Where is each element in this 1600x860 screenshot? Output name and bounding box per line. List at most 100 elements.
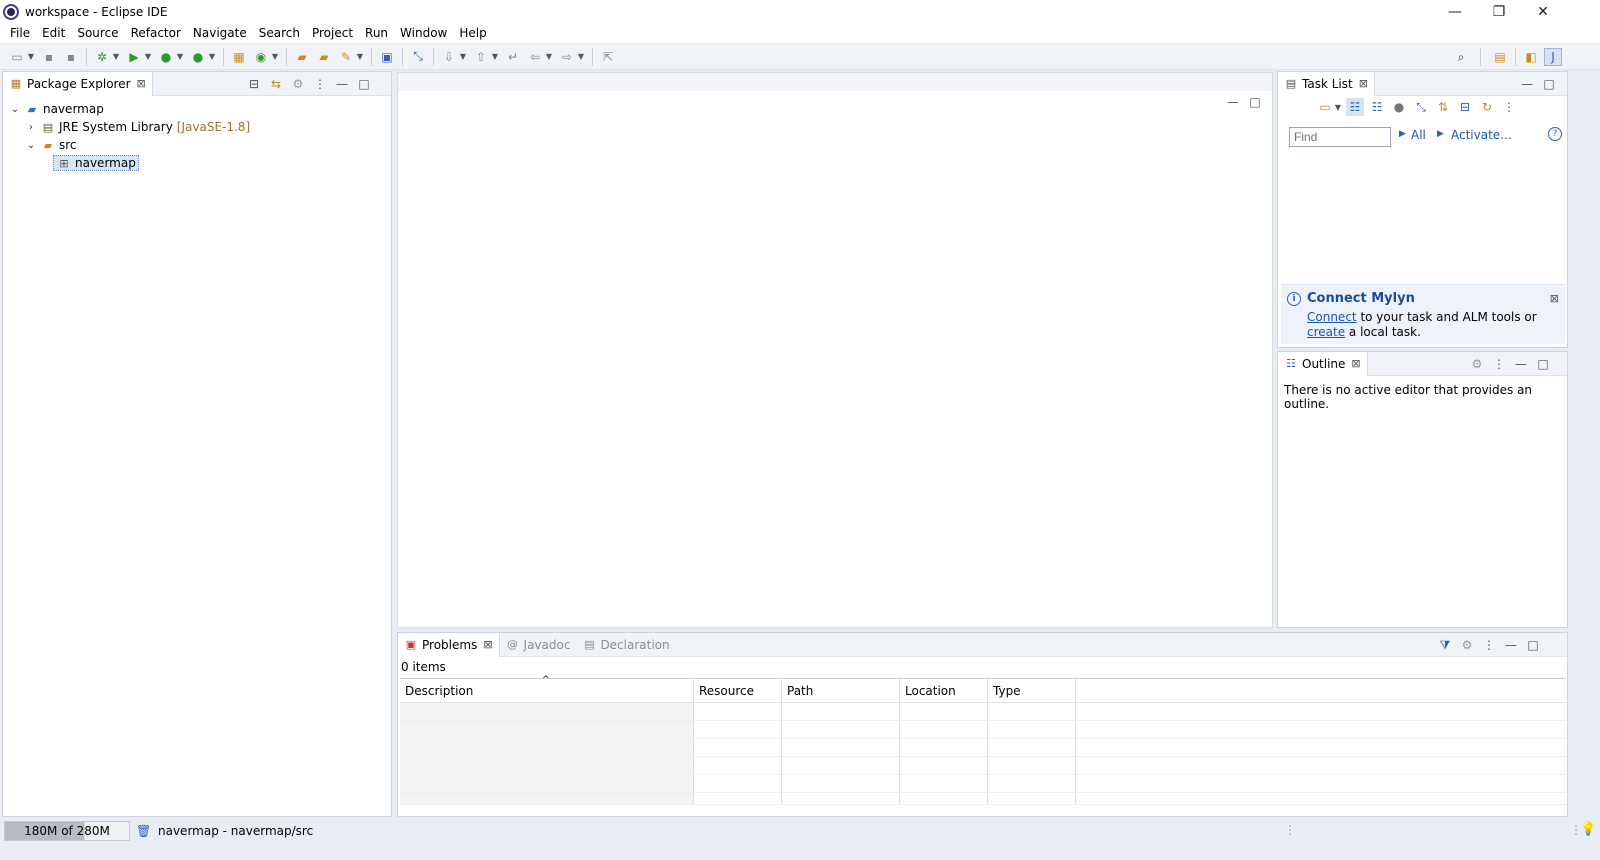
- column-type[interactable]: Type: [988, 679, 1076, 703]
- minimize-icon[interactable]: —: [333, 75, 351, 93]
- save-icon[interactable]: ▪: [40, 48, 58, 66]
- scheduled-icon[interactable]: ☷: [1368, 98, 1386, 116]
- chevron-down-icon[interactable]: ⌄: [25, 140, 37, 151]
- java-ee-perspective-icon[interactable]: ◧: [1522, 48, 1540, 66]
- heap-status[interactable]: 180M of 280M: [4, 821, 130, 841]
- coverage-icon[interactable]: ●: [157, 48, 175, 66]
- debug-dropdown-icon[interactable]: ▼: [111, 48, 121, 66]
- minimize-icon[interactable]: —: [1518, 75, 1536, 93]
- restore-button[interactable]: ❐: [1476, 0, 1522, 23]
- tab-javadoc[interactable]: @ Javadoc: [500, 633, 577, 657]
- column-location[interactable]: Location: [900, 679, 988, 703]
- tree-item-jre[interactable]: › ▤ JRE System Library [JavaSE-1.8]: [9, 118, 385, 136]
- prev-annotation-dropdown-icon[interactable]: ▼: [490, 48, 500, 66]
- maximize-icon[interactable]: □: [1524, 636, 1542, 654]
- last-edit-icon[interactable]: ↵: [504, 48, 522, 66]
- tree-item-src[interactable]: ⌄ ▰ src: [9, 136, 385, 154]
- open-perspective-icon[interactable]: ▤: [1491, 48, 1509, 66]
- maximize-icon[interactable]: □: [1540, 75, 1558, 93]
- find-input[interactable]: [1289, 127, 1391, 147]
- new-icon[interactable]: ▭: [8, 48, 26, 66]
- debug-icon[interactable]: ✲: [93, 48, 111, 66]
- create-link[interactable]: create: [1307, 325, 1345, 339]
- menu-refactor[interactable]: Refactor: [125, 26, 187, 40]
- tab-outline[interactable]: ☷ Outline ⊠: [1278, 351, 1368, 376]
- tab-problems[interactable]: ▣ Problems ⊠: [398, 632, 500, 657]
- synchronize-icon[interactable]: ⇅: [1434, 98, 1452, 116]
- run-dropdown-icon[interactable]: ▼: [143, 48, 153, 66]
- filter-icon[interactable]: ⧩: [1436, 636, 1454, 654]
- save-all-icon[interactable]: ▪: [62, 48, 80, 66]
- filter-icon[interactable]: ⚙: [1468, 355, 1486, 373]
- new-class-icon[interactable]: ◉: [252, 48, 270, 66]
- selected-package[interactable]: ⊞ navermap: [53, 155, 139, 171]
- run-icon[interactable]: ▶: [125, 48, 143, 66]
- view-menu-icon[interactable]: ⋮: [1500, 98, 1518, 116]
- help-icon[interactable]: ?: [1548, 127, 1562, 141]
- chevron-right-icon[interactable]: ›: [25, 122, 37, 133]
- view-menu-icon[interactable]: ⋮: [1480, 636, 1498, 654]
- close-icon[interactable]: ⊠: [1550, 292, 1559, 305]
- close-icon[interactable]: ⊠: [137, 77, 146, 90]
- close-icon[interactable]: ⊠: [483, 638, 492, 651]
- editor-area[interactable]: — □: [397, 72, 1273, 628]
- coverage-dropdown-icon[interactable]: ▼: [175, 48, 185, 66]
- collapse-all-icon[interactable]: ⊟: [1456, 98, 1474, 116]
- sync-changed-icon[interactable]: ↻: [1478, 98, 1496, 116]
- categorized-icon[interactable]: ☷: [1346, 98, 1364, 116]
- close-icon[interactable]: ⊠: [1359, 77, 1368, 90]
- column-resource[interactable]: Resource: [694, 679, 782, 703]
- activate-link[interactable]: Activate...: [1451, 128, 1512, 142]
- open-type-icon[interactable]: ▰: [293, 48, 311, 66]
- tab-declaration[interactable]: ▤ Declaration: [576, 633, 675, 657]
- column-description[interactable]: Description ^: [400, 675, 694, 703]
- tree-item-package[interactable]: ⊞ navermap: [9, 154, 385, 172]
- column-path[interactable]: Path: [782, 679, 900, 703]
- skip-breakpoints-icon[interactable]: ⤡: [409, 48, 427, 66]
- maximize-icon[interactable]: □: [1534, 355, 1552, 373]
- filter-icon[interactable]: ⚙: [289, 75, 307, 93]
- connect-link[interactable]: Connect: [1307, 310, 1357, 324]
- new-task-dropdown-icon[interactable]: ▼: [1334, 98, 1342, 116]
- close-window-button[interactable]: ✕: [1520, 0, 1566, 23]
- menu-source[interactable]: Source: [71, 26, 124, 40]
- view-menu-icon[interactable]: ⋮: [311, 75, 329, 93]
- menu-project[interactable]: Project: [306, 26, 359, 40]
- java-perspective-icon[interactable]: J: [1544, 48, 1562, 66]
- link-with-editor-icon[interactable]: ⇆: [267, 75, 285, 93]
- new-task-icon[interactable]: ▭: [1316, 98, 1334, 116]
- back-dropdown-icon[interactable]: ▼: [544, 48, 554, 66]
- tab-task-list[interactable]: ▤ Task List ⊠: [1278, 71, 1375, 96]
- search-tool-icon[interactable]: ✎: [337, 48, 355, 66]
- minimize-icon[interactable]: —: [1502, 636, 1520, 654]
- forward-dropdown-icon[interactable]: ▼: [576, 48, 586, 66]
- terminal-icon[interactable]: ▣: [378, 48, 396, 66]
- focus-icon[interactable]: ⚙: [1458, 636, 1476, 654]
- minimize-button[interactable]: —: [1432, 0, 1478, 23]
- all-link[interactable]: All: [1411, 128, 1426, 142]
- tree-item-project[interactable]: ⌄ ▰ navermap: [9, 100, 385, 118]
- focus-icon[interactable]: ●: [1390, 98, 1408, 116]
- forward-icon[interactable]: ⇨: [558, 48, 576, 66]
- menu-search[interactable]: Search: [253, 26, 306, 40]
- minimize-icon[interactable]: —: [1512, 355, 1530, 373]
- new-dropdown-icon[interactable]: ▼: [26, 48, 36, 66]
- collapse-all-icon[interactable]: ⊟: [245, 75, 263, 93]
- back-icon[interactable]: ⇦: [526, 48, 544, 66]
- menu-navigate[interactable]: Navigate: [187, 26, 253, 40]
- menu-file[interactable]: File: [4, 26, 36, 40]
- prev-annotation-icon[interactable]: ⇧: [472, 48, 490, 66]
- menu-edit[interactable]: Edit: [36, 26, 71, 40]
- garbage-collect-icon[interactable]: 🗑: [136, 824, 152, 838]
- open-task-icon[interactable]: ▰: [315, 48, 333, 66]
- view-menu-icon[interactable]: ⋮: [1490, 355, 1508, 373]
- tab-package-explorer[interactable]: ▦ Package Explorer ⊠: [3, 71, 153, 96]
- external-tools-icon[interactable]: ●: [189, 48, 207, 66]
- external-tools-dropdown-icon[interactable]: ▼: [207, 48, 217, 66]
- next-annotation-dropdown-icon[interactable]: ▼: [458, 48, 468, 66]
- pin-editor-icon[interactable]: ⇱: [599, 48, 617, 66]
- close-icon[interactable]: ⊠: [1351, 357, 1360, 370]
- menu-help[interactable]: Help: [453, 26, 492, 40]
- maximize-icon[interactable]: □: [355, 75, 373, 93]
- minimize-icon[interactable]: —: [1224, 93, 1242, 111]
